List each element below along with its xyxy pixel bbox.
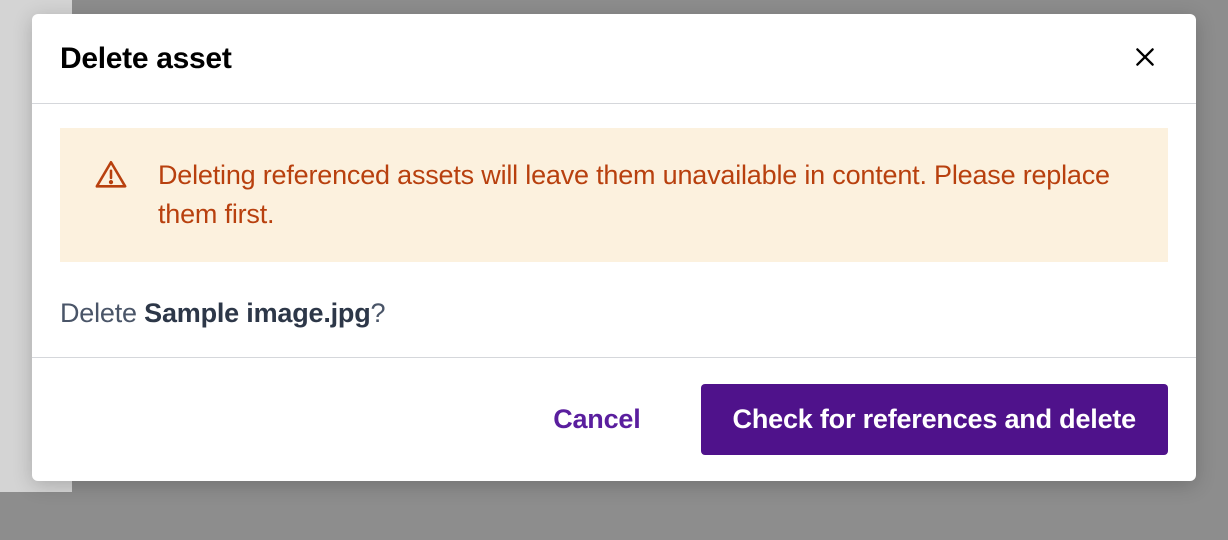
warning-banner: Deleting referenced assets will leave th… — [60, 128, 1168, 262]
dialog-footer: Cancel Check for references and delete — [32, 358, 1196, 481]
dialog-body: Deleting referenced assets will leave th… — [32, 104, 1196, 358]
confirm-suffix: ? — [371, 298, 386, 328]
warning-triangle-icon — [94, 158, 128, 197]
asset-name: Sample image.jpg — [144, 298, 370, 328]
dialog-header: Delete asset — [32, 14, 1196, 104]
confirm-text: Delete Sample image.jpg? — [60, 298, 1168, 329]
dialog-title: Delete asset — [60, 42, 232, 76]
close-icon — [1132, 44, 1158, 73]
close-button[interactable] — [1128, 40, 1162, 77]
delete-asset-dialog: Delete asset Deleting referenced assets … — [32, 14, 1196, 481]
check-references-delete-button[interactable]: Check for references and delete — [701, 384, 1168, 455]
warning-message: Deleting referenced assets will leave th… — [158, 156, 1138, 234]
cancel-button[interactable]: Cancel — [549, 396, 644, 443]
confirm-prefix: Delete — [60, 298, 144, 328]
